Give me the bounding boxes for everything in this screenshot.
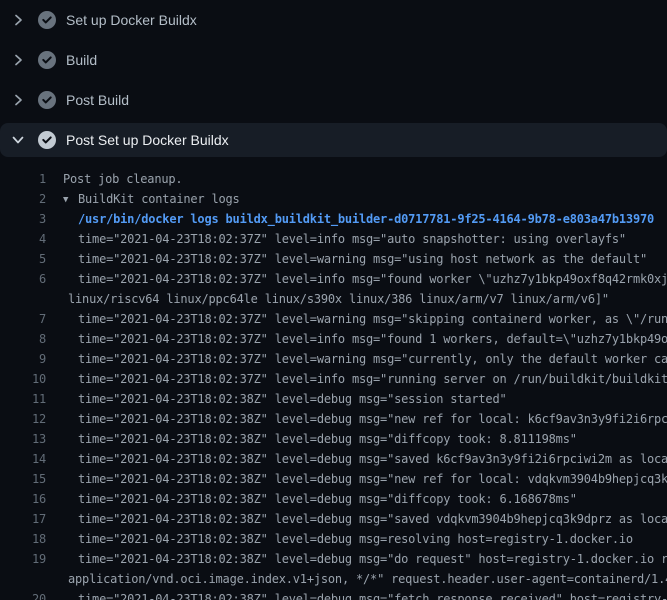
check-circle-icon [38, 11, 56, 29]
log-text: time="2021-04-23T18:02:38Z" level=debug … [46, 529, 633, 549]
log-line: 11time="2021-04-23T18:02:38Z" level=debu… [0, 389, 667, 409]
log-text: time="2021-04-23T18:02:37Z" level=warnin… [46, 349, 667, 369]
chevron-right-icon [10, 52, 26, 68]
log-line: 3/usr/bin/docker logs buildx_buildkit_bu… [0, 209, 667, 229]
steps-list: Set up Docker Buildx Build Post Build Po… [0, 0, 667, 157]
check-circle-icon [38, 51, 56, 69]
section-label: Set up Docker Buildx [66, 12, 197, 28]
log-line: 1Post job cleanup. [0, 169, 667, 189]
line-number[interactable]: 15 [0, 469, 46, 489]
section-label: Post Build [66, 92, 129, 108]
section-set-up-docker-buildx[interactable]: Set up Docker Buildx [0, 0, 667, 40]
section-build[interactable]: Build [0, 40, 667, 80]
line-number[interactable]: 1 [0, 169, 46, 189]
check-circle-icon [38, 91, 56, 109]
log-line-continuation: application/vnd.oci.image.index.v1+json,… [0, 569, 667, 589]
line-number[interactable]: 20 [0, 589, 46, 600]
log-text: linux/riscv64 linux/ppc64le linux/s390x … [46, 289, 609, 309]
log-text: time="2021-04-23T18:02:37Z" level=warnin… [46, 309, 667, 329]
line-number[interactable]: 6 [0, 269, 46, 289]
section-label: Build [66, 52, 97, 68]
chevron-right-icon [10, 12, 26, 28]
log-text: time="2021-04-23T18:02:37Z" level=info m… [46, 229, 626, 249]
log-text: time="2021-04-23T18:02:37Z" level=info m… [46, 269, 667, 289]
log-line: 19time="2021-04-23T18:02:38Z" level=debu… [0, 549, 667, 569]
line-number[interactable]: 9 [0, 349, 46, 369]
line-number[interactable]: 17 [0, 509, 46, 529]
line-number[interactable]: 7 [0, 309, 46, 329]
chevron-down-icon [10, 132, 26, 148]
log-text: Post job cleanup. [46, 169, 182, 189]
log-line: 17time="2021-04-23T18:02:38Z" level=debu… [0, 509, 667, 529]
log-line: 12time="2021-04-23T18:02:38Z" level=debu… [0, 409, 667, 429]
line-number[interactable]: 14 [0, 449, 46, 469]
log-line: 15time="2021-04-23T18:02:38Z" level=debu… [0, 469, 667, 489]
log-text: time="2021-04-23T18:02:38Z" level=debug … [46, 449, 667, 469]
log-line: 6time="2021-04-23T18:02:37Z" level=info … [0, 269, 667, 289]
log-line: 4time="2021-04-23T18:02:37Z" level=info … [0, 229, 667, 249]
log-text: ▼BuildKit container logs [46, 189, 240, 209]
log-text: time="2021-04-23T18:02:38Z" level=debug … [46, 429, 577, 449]
log-line: 10time="2021-04-23T18:02:37Z" level=info… [0, 369, 667, 389]
check-circle-icon [38, 131, 56, 149]
log-line: 9time="2021-04-23T18:02:37Z" level=warni… [0, 349, 667, 369]
line-number[interactable]: 12 [0, 409, 46, 429]
line-number[interactable]: 3 [0, 209, 46, 229]
line-number[interactable]: 11 [0, 389, 46, 409]
log-text: time="2021-04-23T18:02:38Z" level=debug … [46, 409, 667, 429]
log-text: time="2021-04-23T18:02:37Z" level=warnin… [46, 249, 647, 269]
log-line: 20time="2021-04-23T18:02:38Z" level=debu… [0, 589, 667, 600]
log-line: 14time="2021-04-23T18:02:38Z" level=debu… [0, 449, 667, 469]
log-text: time="2021-04-23T18:02:38Z" level=debug … [46, 389, 507, 409]
log-text: time="2021-04-23T18:02:37Z" level=info m… [46, 369, 667, 389]
command-text: /usr/bin/docker logs buildx_buildkit_bui… [46, 209, 654, 229]
line-number[interactable]: 13 [0, 429, 46, 449]
line-number[interactable]: 18 [0, 529, 46, 549]
line-number [0, 569, 46, 589]
section-label: Post Set up Docker Buildx [66, 132, 229, 148]
log-line-continuation: linux/riscv64 linux/ppc64le linux/s390x … [0, 289, 667, 309]
line-number[interactable]: 5 [0, 249, 46, 269]
log-line: 5time="2021-04-23T18:02:37Z" level=warni… [0, 249, 667, 269]
log-text: BuildKit container logs [78, 192, 240, 206]
line-number[interactable]: 2 [0, 189, 46, 209]
log-text: time="2021-04-23T18:02:37Z" level=info m… [46, 329, 667, 349]
log-line: 18time="2021-04-23T18:02:38Z" level=debu… [0, 529, 667, 549]
chevron-right-icon [10, 92, 26, 108]
section-post-set-up-docker-buildx[interactable]: Post Set up Docker Buildx [0, 123, 667, 157]
line-number[interactable]: 10 [0, 369, 46, 389]
log-lines: 1Post job cleanup.2▼BuildKit container l… [0, 157, 667, 600]
log-text: application/vnd.oci.image.index.v1+json,… [46, 569, 667, 589]
log-text: time="2021-04-23T18:02:38Z" level=debug … [46, 589, 667, 600]
line-number[interactable]: 19 [0, 549, 46, 569]
log-text: time="2021-04-23T18:02:38Z" level=debug … [46, 509, 667, 529]
group-toggle-icon[interactable]: ▼ [63, 190, 78, 209]
section-post-build[interactable]: Post Build [0, 80, 667, 120]
log-line: 7time="2021-04-23T18:02:37Z" level=warni… [0, 309, 667, 329]
log-line: 2▼BuildKit container logs [0, 189, 667, 209]
log-line: 16time="2021-04-23T18:02:38Z" level=debu… [0, 489, 667, 509]
log-text: time="2021-04-23T18:02:38Z" level=debug … [46, 549, 667, 569]
line-number[interactable]: 4 [0, 229, 46, 249]
log-line: 13time="2021-04-23T18:02:38Z" level=debu… [0, 429, 667, 449]
log-text: time="2021-04-23T18:02:38Z" level=debug … [46, 469, 667, 489]
line-number[interactable]: 16 [0, 489, 46, 509]
log-text: time="2021-04-23T18:02:38Z" level=debug … [46, 489, 577, 509]
line-number [0, 289, 46, 309]
line-number[interactable]: 8 [0, 329, 46, 349]
log-line: 8time="2021-04-23T18:02:37Z" level=info … [0, 329, 667, 349]
